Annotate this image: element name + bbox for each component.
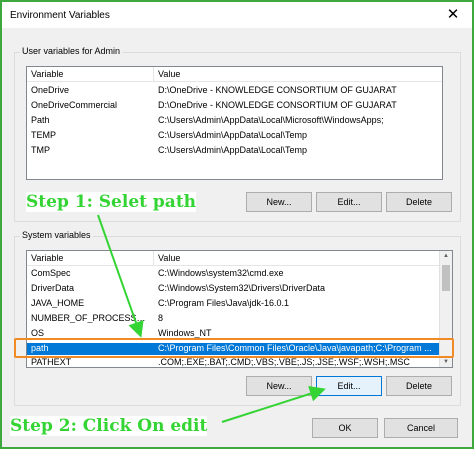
step1-annotation: Step 1: Selet path <box>26 192 197 212</box>
arrow-to-edit-button <box>221 386 326 423</box>
annotation-arrows <box>97 214 326 423</box>
step2-annotation: Step 2: Click On edit <box>10 416 208 436</box>
arrow-to-path-row <box>97 214 144 338</box>
